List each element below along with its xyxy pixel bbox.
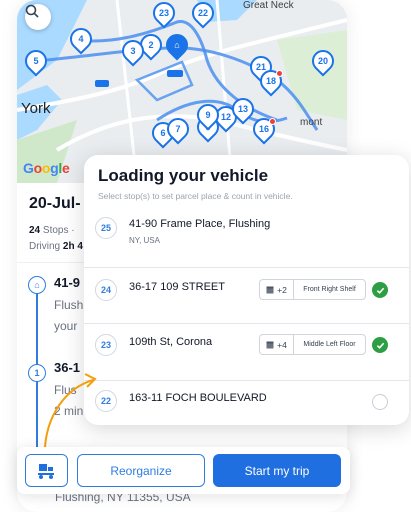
stop-address: 36-17 109 STREET bbox=[129, 281, 225, 293]
stop-address[interactable]: 41-9 bbox=[54, 275, 80, 290]
vehicle-stop-row[interactable]: 24 36-17 109 STREET +2 Front Right Shelf bbox=[84, 268, 409, 324]
map-label-mont: mont bbox=[300, 117, 323, 128]
route-date: 20-Jul- bbox=[29, 195, 81, 212]
vehicle-stop-row[interactable]: 23 109th St, Corona +4 Middle Left Floor bbox=[84, 324, 409, 380]
stop-number: 25 bbox=[95, 217, 117, 239]
stop-city: Flush bbox=[54, 298, 84, 312]
stops-summary: 24 Stops · bbox=[29, 225, 75, 236]
app-stage: York Great Neck mont 23 22 4 2 3 5 ⌂ 21 … bbox=[0, 0, 411, 512]
parcel-count[interactable]: +4 bbox=[259, 334, 293, 355]
search-icon bbox=[25, 4, 39, 18]
route-summary: 20-Jul- 24 Stops · Driving 2h 4 bbox=[29, 195, 83, 252]
alert-dot-icon bbox=[269, 118, 276, 125]
start-trip-button[interactable]: Start my trip bbox=[213, 454, 341, 487]
parcel-count[interactable]: +2 bbox=[259, 279, 293, 300]
stop-note: your bbox=[54, 319, 78, 333]
dialog-title: Loading your vehicle bbox=[98, 166, 269, 185]
load-vehicle-button[interactable] bbox=[25, 454, 68, 487]
alert-dot-icon bbox=[276, 70, 283, 77]
action-bar: Reorganize Start my trip bbox=[17, 447, 350, 494]
stop-select-radio[interactable] bbox=[372, 394, 388, 410]
google-logo: Google bbox=[23, 160, 70, 176]
parcel-icon bbox=[266, 341, 274, 348]
reorganize-button[interactable]: Reorganize bbox=[77, 454, 205, 487]
loading-vehicle-dialog: Loading your vehicle Select stop(s) to s… bbox=[84, 155, 409, 425]
check-icon[interactable] bbox=[372, 282, 388, 298]
parcel-icon bbox=[266, 286, 274, 293]
map-label-york: York bbox=[21, 100, 51, 117]
vehicle-stop-row[interactable]: 25 41-90 Frame Place, Flushing NY, USA bbox=[84, 211, 409, 266]
map-search-button[interactable] bbox=[25, 4, 51, 30]
shelf-location[interactable]: Middle Left Floor bbox=[293, 334, 366, 355]
shelf-location[interactable]: Front Right Shelf bbox=[293, 279, 366, 300]
home-node-icon: ⌂ bbox=[28, 276, 46, 294]
driving-summary: Driving 2h 4 bbox=[29, 241, 83, 252]
map-label-great-neck: Great Neck bbox=[243, 0, 294, 11]
vehicle-stop-row[interactable]: 22 163-11 FOCH BOULEVARD bbox=[84, 381, 409, 425]
check-icon[interactable] bbox=[372, 337, 388, 353]
stop-address: 163-11 FOCH BOULEVARD bbox=[129, 392, 267, 404]
stop-address: 109th St, Corona bbox=[129, 336, 213, 348]
stop-number: 23 bbox=[95, 334, 117, 356]
stop-address: 41-90 Frame Place, Flushing bbox=[129, 218, 271, 230]
truck-loading-icon bbox=[37, 463, 54, 479]
stop-number: 24 bbox=[95, 279, 117, 301]
dialog-subtitle: Select stop(s) to set parcel place & cou… bbox=[98, 191, 293, 201]
stop-city: NY, USA bbox=[129, 236, 160, 245]
